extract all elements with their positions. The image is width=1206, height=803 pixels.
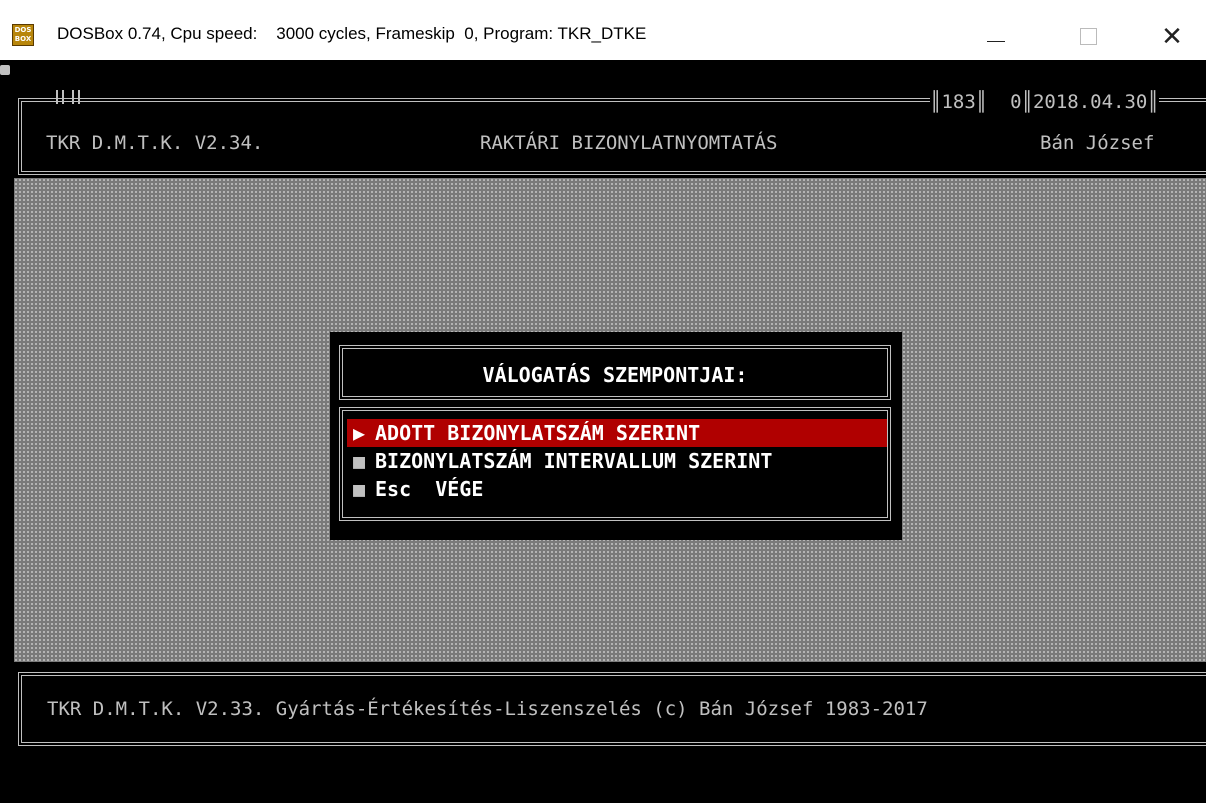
icon-label-bottom: BOX (14, 35, 32, 43)
footer-copyright: TKR D.M.T.K. V2.33. Gyártás-Értékesítés-… (47, 698, 928, 720)
dos-screen[interactable]: ║183║ 0║2018.04.30║ TKR D.M.T.K. V2.34. … (0, 60, 1206, 803)
dialog-title-frame: VÁLOGATÁS SZEMPONTJAI: (339, 345, 891, 400)
menu-item-adott-bizonylatszam[interactable]: ▶ ADOTT BIZONYLATSZÁM SZERINT (347, 419, 887, 447)
window-title: DOSBox 0.74, Cpu speed: 3000 cycles, Fra… (57, 24, 646, 44)
minimize-icon (987, 40, 1005, 42)
dosbox-app-icon[interactable]: DOS BOX (12, 24, 34, 46)
menu-item-label: ADOTT BIZONYLATSZÁM SZERINT (375, 421, 701, 445)
selection-dialog: VÁLOGATÁS SZEMPONTJAI: ▶ ADOTT BIZONYLATS… (330, 332, 902, 540)
icon-label-top: DOS (14, 26, 32, 34)
menu-item-esc-vege[interactable]: ■ Esc VÉGE (347, 475, 887, 503)
header-screen-title: RAKTÁRI BIZONYLATNYOMTATÁS (480, 132, 778, 154)
maximize-icon (1079, 27, 1097, 45)
header-notch-right (72, 90, 80, 104)
window-titlebar[interactable]: DOS BOX DOSBox 0.74, Cpu speed: 3000 cyc… (0, 0, 1206, 60)
selected-arrow-icon: ▶ (353, 421, 366, 445)
menu-item-label: BIZONYLATSZÁM INTERVALLUM SZERINT (375, 449, 773, 473)
dos-system-icon (0, 65, 10, 75)
square-bullet-icon: ■ (353, 449, 366, 473)
header-notch-left (56, 90, 64, 104)
header-app-name: TKR D.M.T.K. V2.34. (46, 132, 264, 154)
dialog-menu: ▶ ADOTT BIZONYLATSZÁM SZERINT ■ BIZONYLATS… (339, 407, 891, 521)
footer-frame: TKR D.M.T.K. V2.33. Gyártás-Értékesítés-… (18, 672, 1206, 746)
close-icon: ✕ (1161, 20, 1183, 51)
minimize-button[interactable] (960, 12, 1032, 60)
menu-item-label: Esc VÉGE (375, 477, 484, 501)
square-bullet-icon: ■ (353, 477, 366, 501)
maximize-button[interactable] (1052, 12, 1124, 60)
menu-item-intervallum[interactable]: ■ BIZONYLATSZÁM INTERVALLUM SZERINT (347, 447, 887, 475)
header-stats: ║183║ 0║2018.04.30║ (930, 91, 1159, 113)
close-button[interactable]: ✕ (1136, 12, 1206, 60)
dialog-title: VÁLOGATÁS SZEMPONTJAI: (482, 363, 748, 387)
header-user: Bán József (1040, 132, 1155, 154)
title-suffix: 3000 cycles, Frameskip 0, Program: TKR_D… (276, 24, 647, 43)
title-prefix: DOSBox 0.74, Cpu speed: (57, 24, 258, 43)
